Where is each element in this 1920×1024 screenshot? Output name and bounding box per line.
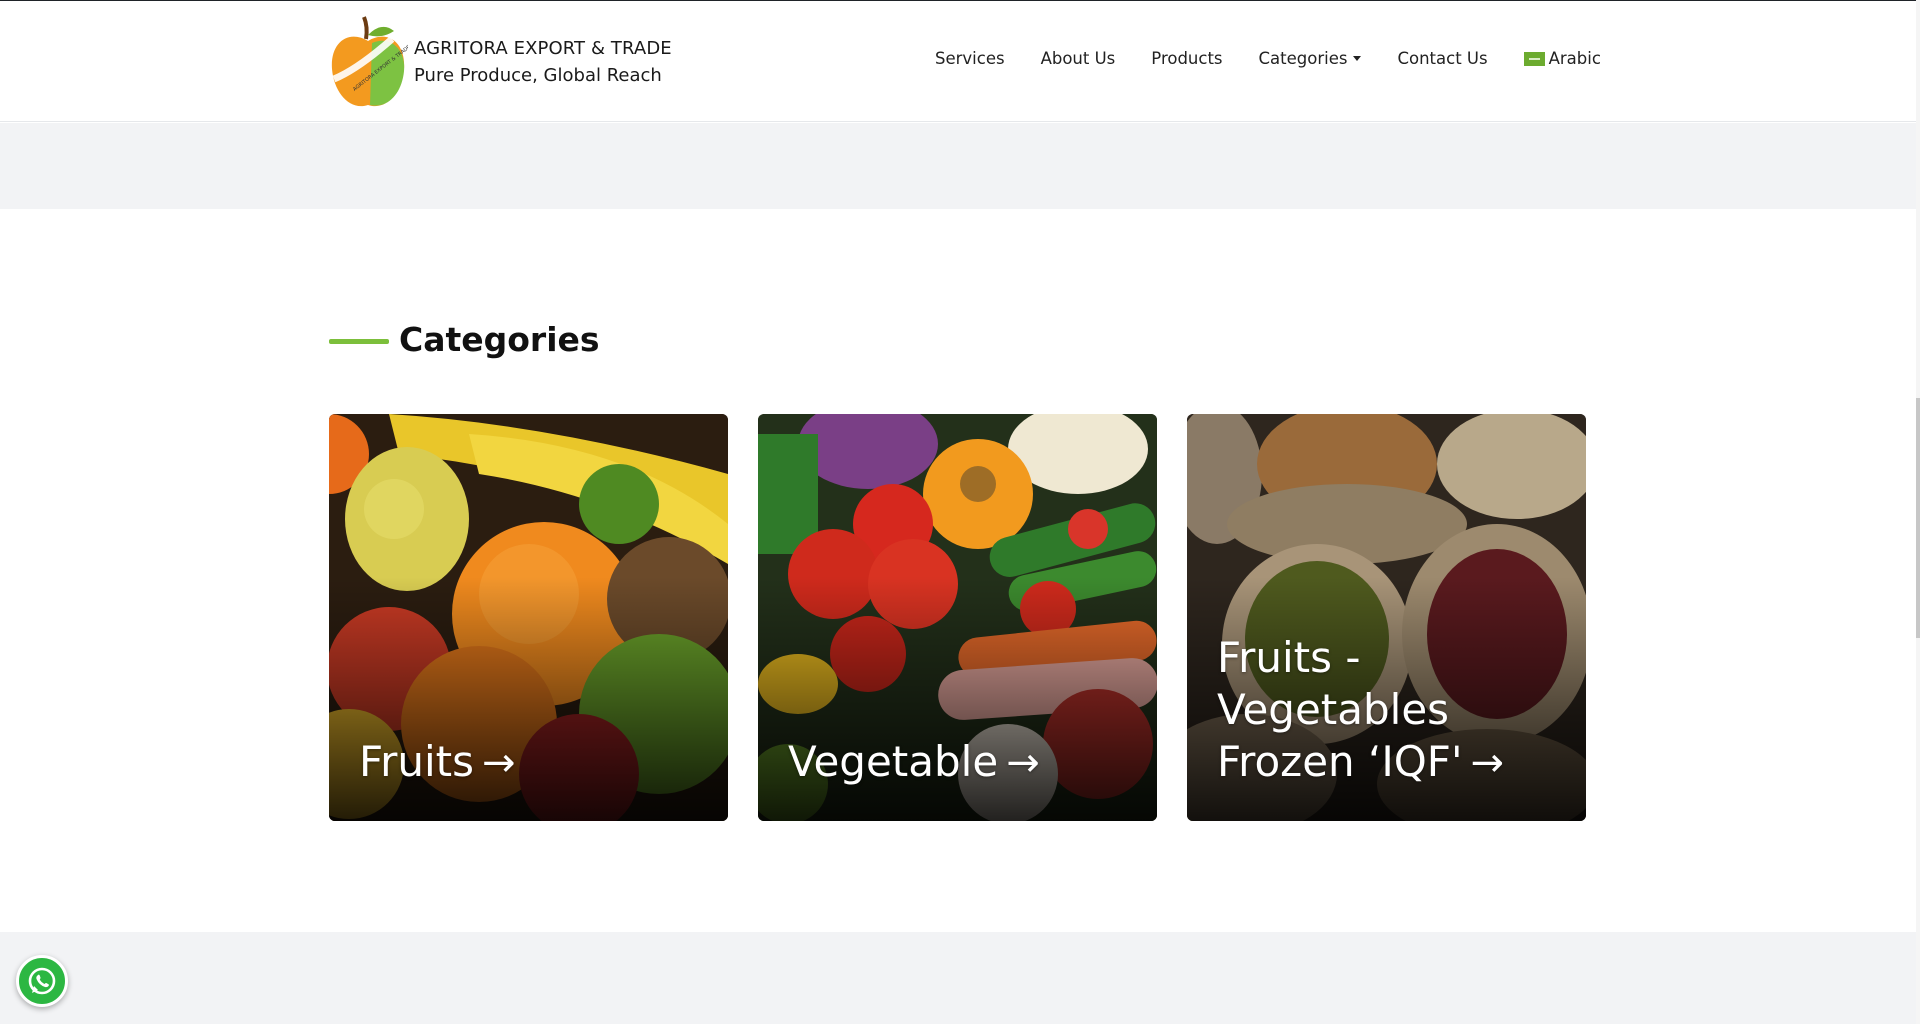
- grey-band: [0, 123, 1916, 209]
- main-nav: Services About Us Products Categories Co…: [935, 49, 1601, 68]
- brand[interactable]: AGRITORA EXPORT & TRADE AGRITORA EXPORT …: [328, 13, 672, 111]
- card-title-fruits: Fruits: [359, 737, 475, 786]
- card-title-vegetable: Vegetable: [788, 737, 999, 786]
- category-card-fruits[interactable]: Fruits →: [329, 414, 728, 821]
- saudi-flag-icon: [1523, 51, 1545, 66]
- section-header: Categories: [329, 320, 600, 359]
- category-card-vegetable[interactable]: Vegetable →: [758, 414, 1157, 821]
- whatsapp-button[interactable]: [16, 955, 68, 1007]
- nav-services[interactable]: Services: [935, 49, 1005, 68]
- nav-products[interactable]: Products: [1151, 49, 1222, 68]
- nav-contact-us[interactable]: Contact Us: [1397, 49, 1487, 68]
- arrow-right-icon: →: [1470, 740, 1505, 786]
- nav-categories-label: Categories: [1258, 49, 1348, 68]
- card-label-fruits: Fruits →: [359, 736, 708, 789]
- caret-down-icon: [1353, 56, 1362, 61]
- scrollbar-thumb[interactable]: [1916, 398, 1920, 638]
- whatsapp-icon: [28, 967, 56, 995]
- title-accent-line: [329, 339, 389, 344]
- nav-categories-dropdown[interactable]: Categories: [1259, 49, 1362, 68]
- card-label-frozen-iqf: Fruits - Vegetables Frozen ‘IQF' →: [1217, 632, 1566, 789]
- scrollbar[interactable]: [1916, 0, 1920, 1024]
- arrow-right-icon: →: [482, 740, 516, 786]
- logo-icon: AGRITORA EXPORT & TRADE: [331, 16, 408, 107]
- site-header: AGRITORA EXPORT & TRADE AGRITORA EXPORT …: [0, 0, 1916, 122]
- card-label-vegetable: Vegetable →: [788, 736, 1137, 789]
- section-title: Categories: [399, 320, 600, 359]
- brand-tagline: Pure Produce, Global Reach: [414, 65, 662, 86]
- nav-language-arabic[interactable]: Arabic: [1523, 49, 1601, 68]
- category-cards: Fruits → Vegetable → Fruits - Vegetables…: [329, 414, 1586, 821]
- card-title-frozen-iqf: Fruits - Vegetables Frozen ‘IQF': [1217, 633, 1463, 786]
- arrow-right-icon: →: [1006, 740, 1040, 786]
- brand-name: AGRITORA EXPORT & TRADE: [414, 38, 672, 59]
- nav-about-us[interactable]: About Us: [1041, 49, 1116, 68]
- footer-band: [0, 932, 1916, 1024]
- category-card-frozen-iqf[interactable]: Fruits - Vegetables Frozen ‘IQF' →: [1187, 414, 1586, 821]
- nav-arabic-label: Arabic: [1548, 49, 1601, 68]
- page: AGRITORA EXPORT & TRADE AGRITORA EXPORT …: [0, 0, 1920, 1024]
